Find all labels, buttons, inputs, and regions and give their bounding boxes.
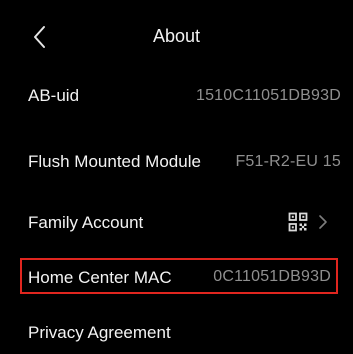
ab-uid-value: 1510C11051DB93D <box>195 87 341 104</box>
home-center-mac-value: 0C11051DB93D <box>213 268 331 285</box>
page-title: About <box>152 26 201 46</box>
family-account-label: Family Account <box>28 213 144 232</box>
about-screen: About AB-uid 1510C11051DB93D Flush Mount… <box>0 0 353 353</box>
flush-mounted-module-row: Flush Mounted Module F51-R2-EU 15 <box>0 139 353 183</box>
home-center-mac-label: Home Center MAC <box>28 268 172 287</box>
ab-uid-row: AB-uid 1510C11051DB93D <box>0 73 353 117</box>
family-account-row[interactable]: Family Account <box>0 200 353 244</box>
privacy-agreement-row[interactable]: Privacy Agreement <box>0 310 353 354</box>
ab-uid-label: AB-uid <box>28 86 80 105</box>
flush-mounted-module-label: Flush Mounted Module <box>28 152 201 171</box>
flush-mounted-module-value: F51-R2-EU 15 <box>235 153 341 170</box>
header: About <box>0 14 353 58</box>
qr-code-icon[interactable] <box>288 212 308 232</box>
privacy-agreement-label: Privacy Agreement <box>28 323 171 342</box>
chevron-right-icon <box>318 214 328 230</box>
home-center-mac-row: Home Center MAC 0C11051DB93D <box>0 254 353 298</box>
